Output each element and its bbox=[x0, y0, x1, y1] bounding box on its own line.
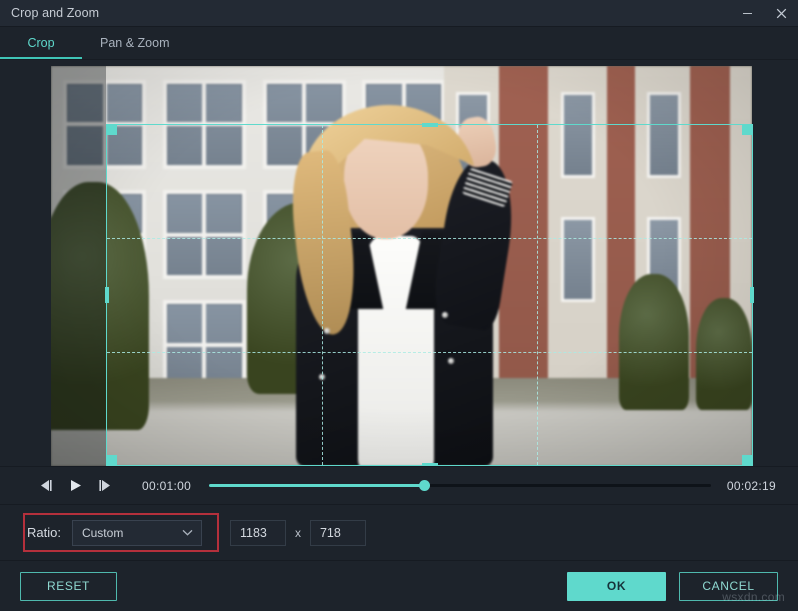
crop-height-value: 718 bbox=[319, 525, 341, 540]
reset-button[interactable]: RESET bbox=[20, 571, 117, 601]
crop-and-zoom-window: Crop and Zoom Crop Pan & Zoom 00:01:00 0… bbox=[0, 0, 798, 611]
tab-crop[interactable]: Crop bbox=[0, 27, 82, 59]
minimize-icon bbox=[742, 13, 752, 14]
crop-width-input[interactable]: 1183 bbox=[229, 519, 286, 546]
tab-bar: Crop Pan & Zoom bbox=[0, 27, 798, 60]
ratio-row: Ratio: Custom 1183 x 718 bbox=[0, 505, 798, 560]
crop-handle-left[interactable] bbox=[105, 287, 109, 303]
timeline-progress bbox=[209, 484, 425, 487]
chevron-down-icon bbox=[182, 529, 193, 536]
crop-handle-bottom-left[interactable] bbox=[106, 455, 117, 466]
crop-handle-bottom[interactable] bbox=[421, 463, 438, 466]
preview-stage bbox=[0, 60, 798, 466]
reset-button-label: RESET bbox=[46, 579, 90, 593]
previous-frame-icon bbox=[40, 480, 52, 491]
title-bar: Crop and Zoom bbox=[0, 0, 798, 27]
ratio-select-value: Custom bbox=[81, 525, 124, 540]
crop-grid-line-horizontal bbox=[107, 351, 752, 353]
ratio-select[interactable]: Custom bbox=[71, 519, 202, 546]
play-button[interactable] bbox=[60, 473, 90, 499]
crop-selection[interactable] bbox=[105, 123, 754, 466]
current-time: 00:01:00 bbox=[142, 478, 192, 493]
ok-button-label: OK bbox=[606, 579, 627, 593]
crop-width-value: 1183 bbox=[239, 525, 267, 540]
window-controls bbox=[730, 0, 798, 27]
crop-handle-right[interactable] bbox=[750, 287, 754, 303]
next-frame-icon bbox=[98, 480, 110, 491]
crop-handle-top-right[interactable] bbox=[742, 124, 753, 135]
window-title: Crop and Zoom bbox=[11, 6, 100, 20]
close-icon bbox=[776, 8, 786, 19]
tab-pan-and-zoom[interactable]: Pan & Zoom bbox=[82, 27, 187, 59]
crop-handle-top[interactable] bbox=[421, 123, 438, 127]
next-frame-button[interactable] bbox=[90, 473, 120, 499]
play-icon bbox=[70, 480, 81, 491]
tab-pan-and-zoom-label: Pan & Zoom bbox=[100, 36, 170, 50]
ok-button[interactable]: OK bbox=[567, 571, 666, 601]
crop-grid-line-vertical bbox=[536, 125, 538, 465]
cancel-button[interactable]: CANCEL bbox=[679, 571, 778, 601]
crop-handle-top-left[interactable] bbox=[106, 124, 117, 135]
crop-dim-left bbox=[51, 66, 106, 466]
crop-grid-line-vertical bbox=[321, 125, 323, 465]
crop-handle-bottom-right[interactable] bbox=[742, 455, 753, 466]
timeline-scrubber[interactable] bbox=[209, 479, 711, 493]
playback-transport-bar: 00:01:00 00:02:19 bbox=[0, 466, 798, 505]
cancel-button-label: CANCEL bbox=[702, 579, 755, 593]
dialog-footer: RESET OK CANCEL wsxdn.com bbox=[0, 560, 798, 611]
crop-grid-line-horizontal bbox=[107, 238, 752, 240]
timeline-playhead[interactable] bbox=[419, 480, 431, 491]
tab-crop-label: Crop bbox=[27, 36, 55, 50]
crop-height-input[interactable]: 718 bbox=[309, 519, 366, 546]
minimize-button[interactable] bbox=[730, 0, 764, 27]
previous-frame-button[interactable] bbox=[30, 473, 60, 499]
ratio-label: Ratio: bbox=[27, 525, 61, 540]
total-time: 00:02:19 bbox=[726, 478, 776, 493]
dimension-separator: x bbox=[294, 525, 301, 540]
close-button[interactable] bbox=[764, 0, 798, 27]
